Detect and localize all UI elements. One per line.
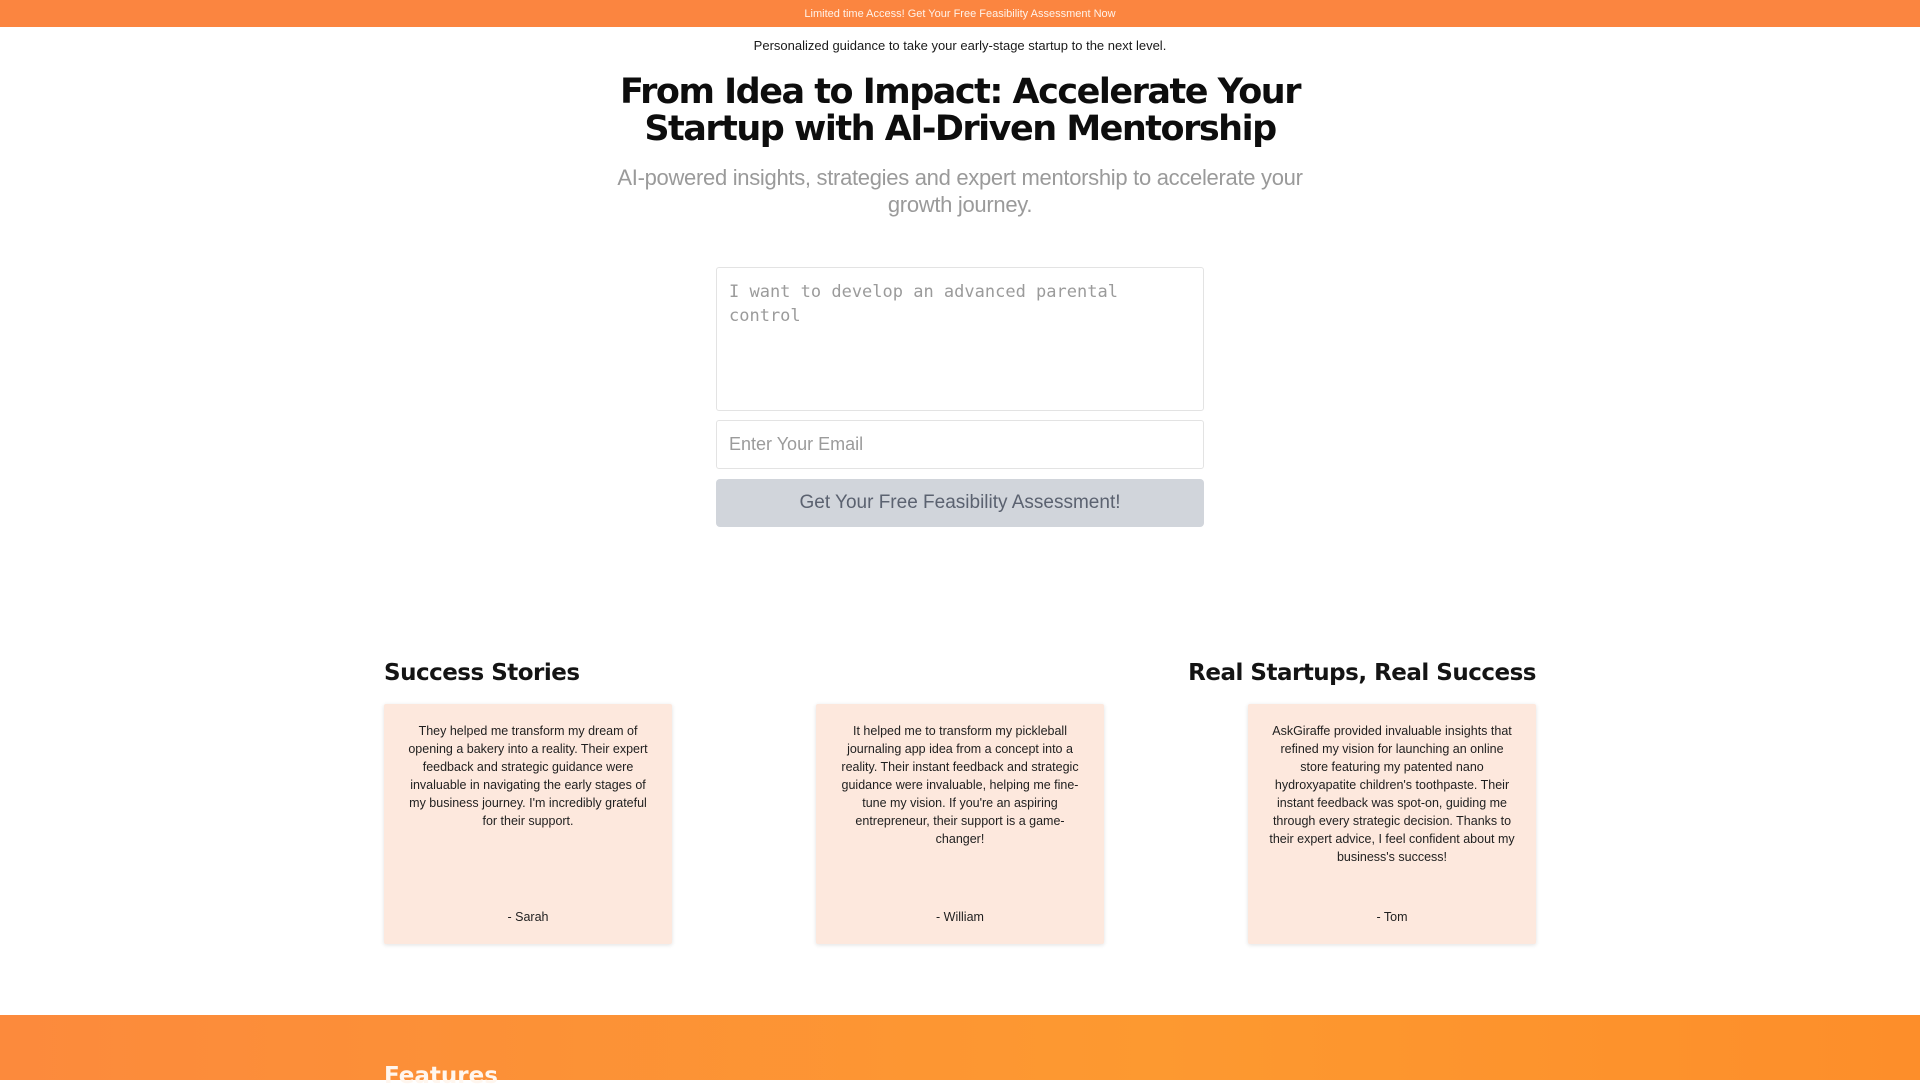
testimonial-quote: They helped me transform my dream of ope… xyxy=(408,724,648,828)
submit-assessment-button[interactable]: Get Your Free Feasibility Assessment! xyxy=(716,479,1204,527)
testimonial-quote: AskGiraffe provided invaluable insights … xyxy=(1269,724,1515,864)
testimonial-author: - William xyxy=(936,910,984,924)
features-section: Features xyxy=(0,1015,1920,1089)
success-stories-heading: Success Stories xyxy=(384,660,580,686)
testimonial-card: AskGiraffe provided invaluable insights … xyxy=(1248,704,1536,944)
features-heading: Features xyxy=(384,1063,498,1089)
idea-input[interactable] xyxy=(716,267,1204,411)
testimonial-author: - Sarah xyxy=(507,910,549,924)
announcement-bar: Limited time Access! Get Your Free Feasi… xyxy=(0,0,1920,27)
announcement-link[interactable]: Limited time Access! Get Your Free Feasi… xyxy=(804,8,1115,20)
email-field[interactable] xyxy=(716,420,1204,469)
hero-tagline: Personalized guidance to take your early… xyxy=(753,38,1167,53)
testimonial-quote: It helped me to transform my pickleball … xyxy=(841,724,1079,846)
hero-title: From Idea to Impact: Accelerate Your Sta… xyxy=(620,72,1301,149)
testimonial-card: They helped me transform my dream of ope… xyxy=(384,704,672,944)
hero-subtitle: AI-powered insights, strategies and expe… xyxy=(617,165,1303,217)
real-success-heading: Real Startups, Real Success xyxy=(1188,660,1536,686)
testimonial-author: - Tom xyxy=(1376,910,1408,924)
testimonial-card: It helped me to transform my pickleball … xyxy=(816,704,1104,944)
